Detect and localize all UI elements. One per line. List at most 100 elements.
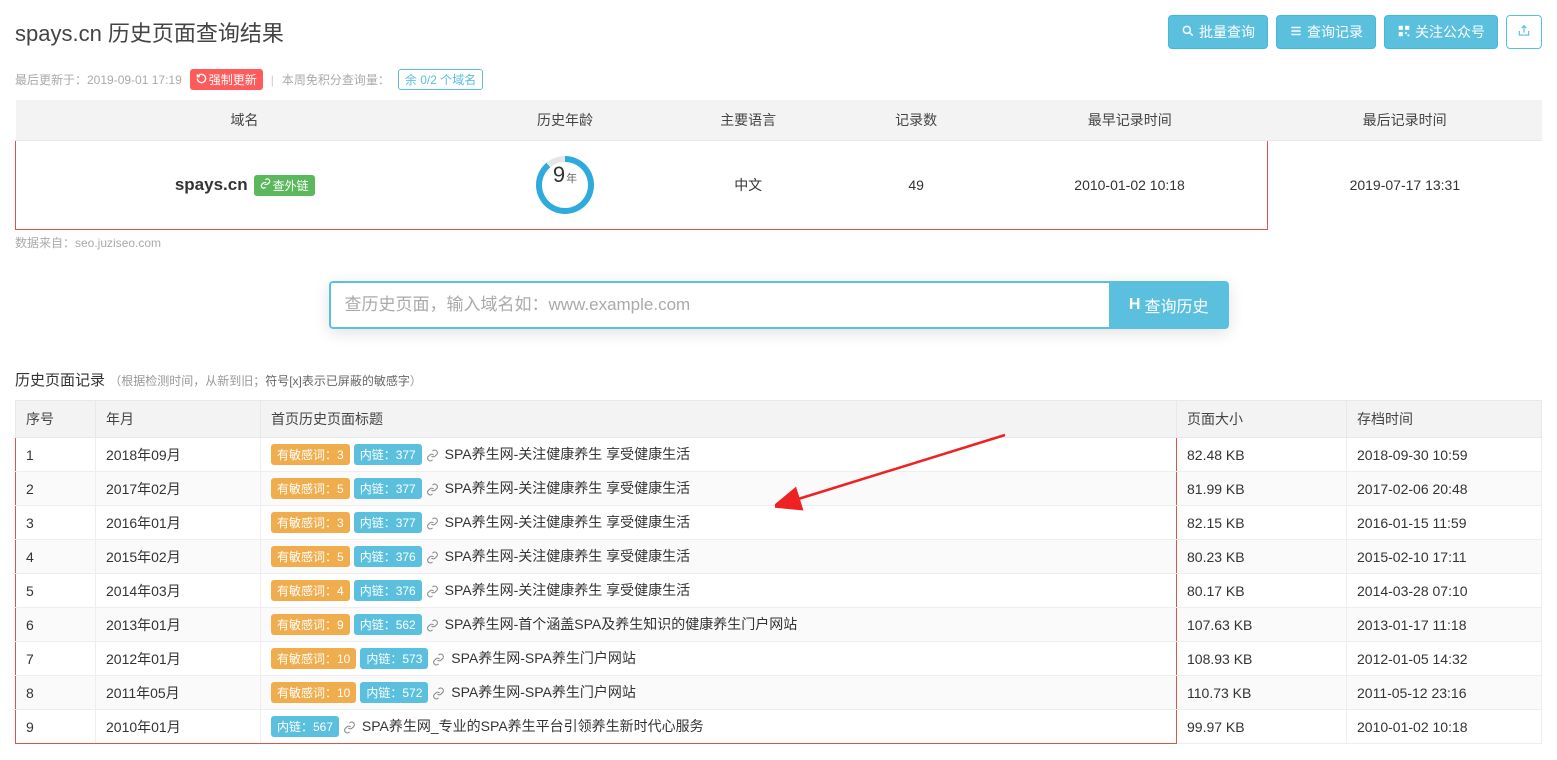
share-button[interactable] xyxy=(1506,15,1542,49)
cell-no: 4 xyxy=(16,540,96,574)
page-title-link[interactable]: SPA养生网-关注健康养生 享受健康生活 xyxy=(445,480,691,496)
cell-size: 107.63 KB xyxy=(1177,608,1347,642)
query-history-label: 查询记录 xyxy=(1307,22,1363,42)
force-refresh-button[interactable]: 强制更新 xyxy=(190,69,263,90)
cell-no: 2 xyxy=(16,472,96,506)
cell-size: 80.17 KB xyxy=(1177,574,1347,608)
cell-size: 80.23 KB xyxy=(1177,540,1347,574)
cell-title: 有敏感词：3内链：377 SPA养生网-关注健康养生 享受健康生活 xyxy=(261,438,1177,472)
cell-no: 7 xyxy=(16,642,96,676)
follow-wechat-label: 关注公众号 xyxy=(1415,22,1485,42)
link-icon xyxy=(343,718,356,734)
page-title-link[interactable]: SPA养生网-SPA养生门户网站 xyxy=(451,684,636,700)
cell-archived: 2014-03-28 07:10 xyxy=(1347,574,1542,608)
qrcode-icon xyxy=(1397,24,1411,41)
summary-row: spays.cn 查外链 9 年 xyxy=(16,141,1543,230)
batch-query-button[interactable]: 批量查询 xyxy=(1168,15,1268,49)
internal-links-tag: 内链：376 xyxy=(354,580,422,601)
internal-links-tag: 内链：567 xyxy=(271,716,339,737)
cell-no: 5 xyxy=(16,574,96,608)
cell-archived: 2017-02-06 20:48 xyxy=(1347,472,1542,506)
query-history-button[interactable]: 查询记录 xyxy=(1276,15,1376,49)
link-icon xyxy=(426,514,439,530)
link-icon xyxy=(426,616,439,632)
sensitive-words-tag: 有敏感词：3 xyxy=(271,444,350,465)
cell-archived: 2015-02-10 17:11 xyxy=(1347,540,1542,574)
page-title-link[interactable]: SPA养生网-SPA养生门户网站 xyxy=(451,650,636,666)
table-row: 32016年01月有敏感词：3内链：377 SPA养生网-关注健康养生 享受健康… xyxy=(16,506,1542,540)
share-icon xyxy=(1517,25,1531,41)
internal-links-tag: 内链：377 xyxy=(354,512,422,533)
cell-title: 有敏感词：4内链：376 SPA养生网-关注健康养生 享受健康生活 xyxy=(261,574,1177,608)
sensitive-words-tag: 有敏感词：10 xyxy=(271,648,356,669)
cell-size: 110.73 KB xyxy=(1177,676,1347,710)
cell-size: 82.15 KB xyxy=(1177,506,1347,540)
cell-size: 99.97 KB xyxy=(1177,710,1347,744)
sensitive-words-tag: 有敏感词：5 xyxy=(271,478,350,499)
cell-no: 9 xyxy=(16,710,96,744)
cell-title: 有敏感词：10内链：572 SPA养生网-SPA养生门户网站 xyxy=(261,676,1177,710)
page-title-link[interactable]: SPA养生网-关注健康养生 享受健康生活 xyxy=(445,582,691,598)
cell-archived: 2013-01-17 11:18 xyxy=(1347,608,1542,642)
cell-ym: 2013年01月 xyxy=(96,608,261,642)
cell-ym: 2018年09月 xyxy=(96,438,261,472)
external-links-button[interactable]: 查外链 xyxy=(254,175,315,196)
link-icon xyxy=(426,480,439,496)
cell-ym: 2015年02月 xyxy=(96,540,261,574)
table-row: 42015年02月有敏感词：5内链：376 SPA养生网-关注健康养生 享受健康… xyxy=(16,540,1542,574)
sensitive-words-tag: 有敏感词：10 xyxy=(271,682,356,703)
link-icon xyxy=(432,684,445,700)
cell-no: 1 xyxy=(16,438,96,472)
col-size: 页面大小 xyxy=(1177,401,1347,438)
free-queries-label: 本周免积分查询量： xyxy=(282,71,390,88)
search-history-button[interactable]: H 查询历史 xyxy=(1109,281,1229,329)
cell-size: 81.99 KB xyxy=(1177,472,1347,506)
cell-ym: 2012年01月 xyxy=(96,642,261,676)
summary-table: 域名 历史年龄 主要语言 记录数 最早记录时间 最后记录时间 spays.cn xyxy=(15,100,1542,230)
follow-wechat-button[interactable]: 关注公众号 xyxy=(1384,15,1498,49)
domain-search-input[interactable] xyxy=(329,281,1109,329)
last-updated-label: 最后更新于：2019-09-01 17:19 xyxy=(15,71,182,88)
page-title: spays.cn 历史页面查询结果 xyxy=(15,16,284,48)
table-row: 22017年02月有敏感词：5内链：377 SPA养生网-关注健康养生 享受健康… xyxy=(16,472,1542,506)
records-count: 49 xyxy=(840,141,993,230)
page-title-link[interactable]: SPA养生网-关注健康养生 享受健康生活 xyxy=(445,548,691,564)
link-icon xyxy=(426,548,439,564)
col-last: 最后记录时间 xyxy=(1267,100,1542,141)
page-title-link[interactable]: SPA养生网-关注健康养生 享受健康生活 xyxy=(445,514,691,530)
domain-name: spays.cn xyxy=(175,175,248,195)
page-title-link[interactable]: SPA养生网_专业的SPA养生平台引领养生新时代心服务 xyxy=(362,718,704,734)
cell-ym: 2017年02月 xyxy=(96,472,261,506)
sensitive-words-tag: 有敏感词：3 xyxy=(271,512,350,533)
last-record-time: 2019-07-17 13:31 xyxy=(1267,141,1542,230)
internal-links-tag: 内链：573 xyxy=(360,648,428,669)
table-row: 12018年09月有敏感词：3内链：377 SPA养生网-关注健康养生 享受健康… xyxy=(16,438,1542,472)
history-letter-icon: H xyxy=(1129,296,1141,314)
cell-no: 8 xyxy=(16,676,96,710)
sensitive-words-tag: 有敏感词：4 xyxy=(271,580,350,601)
cell-no: 6 xyxy=(16,608,96,642)
link-icon xyxy=(426,582,439,598)
col-lang: 主要语言 xyxy=(657,100,840,141)
cell-archived: 2011-05-12 23:16 xyxy=(1347,676,1542,710)
search-history-label: 查询历史 xyxy=(1144,293,1208,317)
cell-ym: 2010年01月 xyxy=(96,710,261,744)
page-title-link[interactable]: SPA养生网-首个涵盖SPA及养生知识的健康养生门户网站 xyxy=(445,616,798,632)
col-ym: 年月 xyxy=(96,401,261,438)
cell-size: 108.93 KB xyxy=(1177,642,1347,676)
internal-links-tag: 内链：376 xyxy=(354,546,422,567)
cell-title: 内链：567 SPA养生网_专业的SPA养生平台引领养生新时代心服务 xyxy=(261,710,1177,744)
cell-ym: 2014年03月 xyxy=(96,574,261,608)
internal-links-tag: 内链：572 xyxy=(360,682,428,703)
lang-value: 中文 xyxy=(657,141,840,230)
col-title: 首页历史页面标题 xyxy=(261,401,1177,438)
cell-title: 有敏感词：10内链：573 SPA养生网-SPA养生门户网站 xyxy=(261,642,1177,676)
list-icon xyxy=(1289,24,1303,41)
table-row: 72012年01月有敏感词：10内链：573 SPA养生网-SPA养生门户网站1… xyxy=(16,642,1542,676)
col-age: 历史年龄 xyxy=(473,100,656,141)
page-title-link[interactable]: SPA养生网-关注健康养生 享受健康生活 xyxy=(445,446,691,462)
records-section-title: 历史页面记录 （根据检测时间，从新到旧；符号[x]表示已屏蔽的敏感字） xyxy=(15,369,1542,390)
search-icon xyxy=(1181,24,1195,41)
sensitive-words-tag: 有敏感词：9 xyxy=(271,614,350,635)
refresh-icon xyxy=(196,73,207,87)
